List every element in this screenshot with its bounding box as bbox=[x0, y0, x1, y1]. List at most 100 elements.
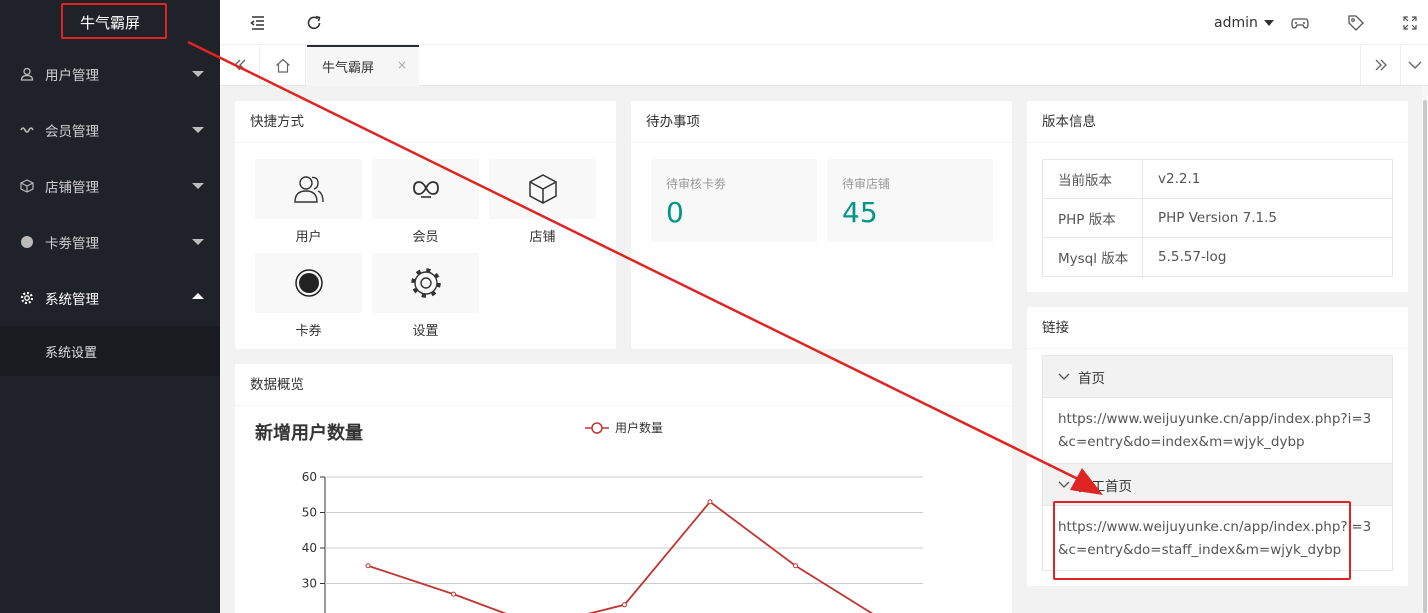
sidebar-subitem-label: 系统设置 bbox=[45, 345, 98, 361]
tab-label: 牛气霸屏 bbox=[322, 61, 375, 76]
sidebar-item-shops[interactable]: 店铺管理 bbox=[0, 158, 220, 214]
refresh-button[interactable] bbox=[296, 0, 332, 45]
todo-count: 0 bbox=[666, 196, 684, 229]
tabs-scroll-left-button[interactable] bbox=[220, 45, 260, 85]
member-icon bbox=[20, 123, 34, 137]
data-point[interactable] bbox=[793, 563, 798, 569]
chevron-down-icon bbox=[1058, 373, 1070, 380]
shortcut-label: 会员 bbox=[412, 230, 439, 245]
todo-label: 待审核卡劵 bbox=[666, 177, 727, 191]
record-icon bbox=[20, 235, 34, 249]
username: admin bbox=[1214, 14, 1258, 31]
sidebar-item-label: 会员管理 bbox=[45, 124, 99, 140]
fullscreen-button[interactable] bbox=[1392, 0, 1428, 45]
y-tick-label: 40 bbox=[302, 541, 317, 555]
cube-icon bbox=[20, 179, 34, 193]
data-overview-card: 数据概览 新增用户数量 用户数量 60 50 40 30 bbox=[235, 364, 1012, 613]
tab-active[interactable]: 牛气霸屏 × bbox=[307, 45, 419, 86]
card-title: 数据概览 bbox=[235, 364, 1012, 406]
double-chevron-right-icon bbox=[1375, 59, 1387, 71]
tabs-scroll-right-button[interactable] bbox=[1360, 45, 1400, 85]
data-point[interactable] bbox=[451, 591, 456, 597]
chevron-down-icon bbox=[1408, 61, 1421, 69]
todo-pending-shops[interactable]: 待审店铺 45 bbox=[827, 159, 993, 242]
tag-icon bbox=[1348, 14, 1364, 31]
legend-marker bbox=[591, 422, 603, 434]
collapse-title: 员工首页 bbox=[1078, 478, 1132, 495]
sidebar-item-label: 系统管理 bbox=[45, 292, 99, 308]
user-icon bbox=[20, 67, 34, 81]
tab-bar: 牛气霸屏 × bbox=[220, 45, 1428, 86]
table-row: PHP 版本 PHP Version 7.1.5 bbox=[1042, 198, 1393, 238]
menu-fold-button[interactable] bbox=[240, 0, 276, 45]
logo[interactable]: 牛气霸屏 bbox=[0, 0, 220, 45]
home-icon bbox=[275, 58, 290, 73]
version-value: v2.2.1 bbox=[1142, 159, 1393, 199]
shortcut-label: 设置 bbox=[412, 324, 439, 339]
collapse-title: 首页 bbox=[1078, 370, 1105, 387]
sidebar-item-label: 店铺管理 bbox=[45, 180, 99, 196]
chevron-down-icon bbox=[192, 71, 204, 77]
sidebar-item-label: 用户管理 bbox=[45, 68, 99, 84]
chevron-down-icon bbox=[192, 183, 204, 189]
user-icon bbox=[293, 176, 324, 203]
version-value: 5.5.57-log bbox=[1142, 237, 1393, 277]
sidebar-item-members[interactable]: 会员管理 bbox=[0, 102, 220, 158]
version-key: 当前版本 bbox=[1042, 159, 1143, 199]
y-tick-label: 50 bbox=[302, 506, 317, 520]
users-line-chart: 新增用户数量 用户数量 60 50 40 30 bbox=[255, 420, 923, 613]
tabs-menu-button[interactable] bbox=[1400, 45, 1428, 85]
scrollbar-thumb[interactable] bbox=[1423, 100, 1427, 613]
shortcut-settings[interactable]: 设置 bbox=[372, 253, 479, 339]
sidebar: 牛气霸屏 用户管理 会员管理 店铺管理 卡劵管理 系统管理 系统设置 bbox=[0, 0, 220, 613]
tab-home[interactable] bbox=[260, 45, 306, 85]
collapse-header-staff[interactable]: 员工首页 bbox=[1042, 463, 1393, 506]
tag-button[interactable] bbox=[1338, 0, 1374, 45]
sidebar-item-users[interactable]: 用户管理 bbox=[0, 46, 220, 102]
chart-title: 新增用户数量 bbox=[255, 422, 363, 444]
version-info-card: 版本信息 当前版本 v2.2.1 PHP 版本 PHP Version 7.1.… bbox=[1027, 101, 1408, 292]
version-key: PHP 版本 bbox=[1042, 198, 1143, 238]
todo-pending-coupons[interactable]: 待审核卡劵 0 bbox=[651, 159, 817, 242]
card-title: 快捷方式 bbox=[235, 101, 616, 143]
shortcut-users[interactable]: 用户 bbox=[255, 159, 362, 245]
shortcut-label: 店铺 bbox=[529, 230, 556, 245]
sidebar-item-coupons[interactable]: 卡劵管理 bbox=[0, 214, 220, 270]
data-point[interactable] bbox=[365, 563, 371, 569]
scrollbar-track[interactable] bbox=[1422, 86, 1428, 613]
sidebar-subitem-system-settings[interactable]: 系统设置 bbox=[0, 326, 220, 376]
cube-icon bbox=[528, 174, 557, 204]
sidebar-item-system[interactable]: 系统管理 bbox=[0, 270, 220, 326]
shortcut-shops[interactable]: 店铺 bbox=[489, 159, 596, 245]
chevron-down-icon bbox=[1058, 481, 1070, 488]
card-title: 待办事项 bbox=[631, 101, 1012, 143]
todo-label: 待审店铺 bbox=[842, 177, 891, 191]
y-tick-label: 30 bbox=[302, 577, 317, 591]
quick-shortcuts-card: 快捷方式 用户 会员 店铺 卡券 设置 bbox=[235, 101, 616, 349]
chevron-up-icon bbox=[192, 293, 204, 299]
shortcut-coupons[interactable]: 卡券 bbox=[255, 253, 362, 339]
shortcut-label: 卡券 bbox=[295, 324, 322, 339]
data-point[interactable] bbox=[707, 499, 713, 505]
y-tick-label: 60 bbox=[302, 470, 317, 484]
highlight-box-staff-link bbox=[1053, 501, 1351, 580]
user-menu[interactable]: admin bbox=[1214, 0, 1274, 45]
theme-button[interactable] bbox=[1282, 0, 1318, 45]
version-key: Mysql 版本 bbox=[1042, 237, 1143, 277]
collapse-header-home[interactable]: 首页 bbox=[1042, 355, 1393, 398]
version-table: 当前版本 v2.2.1 PHP 版本 PHP Version 7.1.5 Mys… bbox=[1042, 159, 1393, 277]
refresh-icon bbox=[307, 15, 321, 29]
data-point[interactable] bbox=[622, 602, 627, 608]
double-chevron-left-icon bbox=[233, 59, 245, 71]
chevron-down-icon bbox=[192, 127, 204, 133]
close-icon[interactable]: × bbox=[397, 58, 407, 72]
record-icon bbox=[294, 269, 323, 297]
gamepad-icon bbox=[1291, 17, 1309, 29]
fullscreen-icon bbox=[1403, 15, 1417, 30]
link-url-home[interactable]: https://www.weijuyunke.cn/app/index.php?… bbox=[1042, 398, 1393, 463]
shortcut-members[interactable]: 会员 bbox=[372, 159, 479, 245]
table-row: Mysql 版本 5.5.57-log bbox=[1042, 237, 1393, 277]
gear-icon bbox=[410, 268, 441, 298]
chart-legend: 用户数量 bbox=[585, 420, 663, 435]
todo-card: 待办事项 待审核卡劵 0 待审店铺 45 bbox=[631, 101, 1012, 349]
